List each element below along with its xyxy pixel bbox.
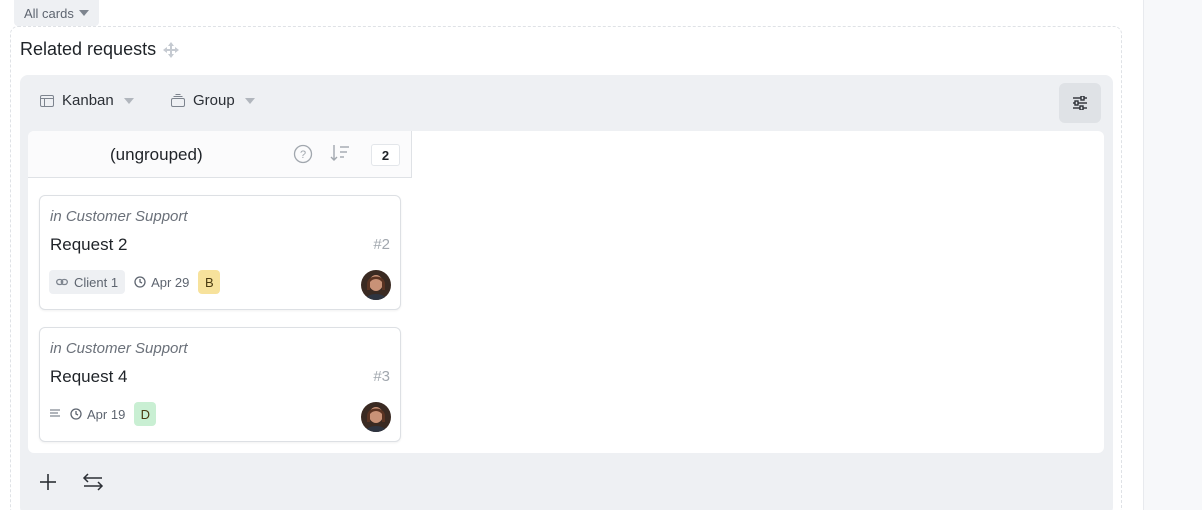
section-title: Related requests bbox=[20, 39, 180, 60]
card-number: #2 bbox=[373, 236, 390, 253]
card-title: Request 2 bbox=[50, 235, 128, 254]
card-count-badge: 2 bbox=[371, 144, 400, 166]
board-toolbar: Kanban Group bbox=[20, 75, 1113, 129]
filter-label: All cards bbox=[24, 5, 74, 21]
chevron-down-icon bbox=[244, 97, 255, 104]
column-header: (ungrouped) ? 2 bbox=[28, 131, 412, 178]
linked-record-label: Client 1 bbox=[74, 274, 119, 290]
page: All cards Related requests Kanban Group … bbox=[0, 0, 1202, 510]
board-footer bbox=[20, 465, 220, 501]
group-icon bbox=[171, 94, 185, 107]
help-icon[interactable]: ? bbox=[293, 144, 313, 164]
svg-text:?: ? bbox=[300, 149, 306, 161]
due-date: Apr 29 bbox=[134, 275, 189, 290]
tag-badge: D bbox=[134, 402, 157, 426]
assignee-avatar[interactable] bbox=[361, 402, 391, 432]
column-title: (ungrouped) bbox=[110, 145, 203, 164]
section-title-text: Related requests bbox=[20, 39, 157, 59]
tag-badge: B bbox=[198, 270, 221, 294]
kanban-icon bbox=[40, 94, 54, 107]
due-date-text: Apr 29 bbox=[151, 274, 190, 290]
card-context: in Customer Support bbox=[50, 340, 188, 357]
move-handle-icon[interactable] bbox=[162, 41, 180, 59]
sort-icon[interactable] bbox=[330, 144, 350, 162]
due-date: Apr 19 bbox=[70, 407, 125, 422]
sliders-icon bbox=[1073, 96, 1087, 110]
assignee-avatar[interactable] bbox=[361, 270, 391, 300]
card-title: Request 4 bbox=[50, 367, 128, 386]
clock-icon bbox=[134, 276, 146, 288]
chevron-down-icon bbox=[123, 97, 134, 104]
board-settings-button[interactable] bbox=[1059, 83, 1101, 123]
view-label: Kanban bbox=[62, 92, 114, 109]
related-requests-section: Related requests Kanban Group (ungrouped… bbox=[10, 26, 1122, 510]
all-cards-filter[interactable]: All cards bbox=[14, 0, 99, 26]
swap-arrows-icon bbox=[82, 473, 104, 491]
add-card-button[interactable] bbox=[35, 469, 61, 495]
chevron-down-icon bbox=[78, 10, 89, 16]
right-panel-edge bbox=[1143, 0, 1202, 510]
group-selector[interactable]: Group bbox=[171, 92, 255, 109]
request-card[interactable]: in Customer Support Request 4 #3 Apr 19 … bbox=[39, 327, 401, 442]
request-card[interactable]: in Customer Support Request 2 #2 Client bbox=[39, 195, 401, 310]
linked-record-chip[interactable]: Client 1 bbox=[49, 270, 126, 294]
kanban-canvas: (ungrouped) ? 2 in Customer Support Requ… bbox=[28, 131, 1104, 453]
kanban-board: Kanban Group (ungrouped) ? 2 in Customer… bbox=[20, 75, 1113, 510]
view-selector[interactable]: Kanban bbox=[40, 92, 134, 109]
plus-icon bbox=[40, 474, 56, 490]
clock-icon bbox=[70, 408, 82, 420]
card-context: in Customer Support bbox=[50, 208, 188, 225]
link-icon bbox=[56, 278, 68, 286]
group-label: Group bbox=[193, 92, 235, 109]
card-number: #3 bbox=[373, 368, 390, 385]
due-date-text: Apr 19 bbox=[87, 406, 126, 422]
description-icon bbox=[50, 409, 60, 417]
link-existing-button[interactable] bbox=[80, 469, 106, 495]
card-meta: Apr 19 D bbox=[49, 402, 157, 426]
card-meta: Client 1 Apr 29 B bbox=[49, 270, 221, 294]
